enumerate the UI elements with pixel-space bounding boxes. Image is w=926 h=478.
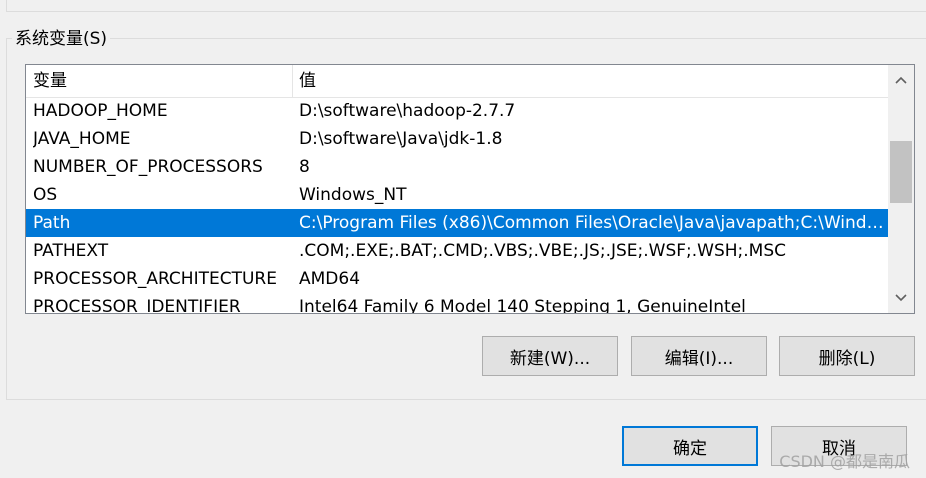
upper-group-border xyxy=(6,0,926,12)
variable-name: PROCESSOR_ARCHITECTURE xyxy=(33,269,277,289)
vertical-scrollbar[interactable] xyxy=(888,65,914,313)
variable-name: HADOOP_HOME xyxy=(33,101,168,121)
system-variables-list[interactable]: 变量 值 HADOOP_HOME D:\software\hadoop-2.7.… xyxy=(25,64,915,314)
table-row[interactable]: NUMBER_OF_PROCESSORS 8 xyxy=(26,153,888,181)
table-row[interactable]: PROCESSOR_IDENTIFIER Intel64 Family 6 Mo… xyxy=(26,293,888,314)
variable-value: Intel64 Family 6 Model 140 Stepping 1, G… xyxy=(299,297,746,314)
table-row[interactable]: OS Windows_NT xyxy=(26,181,888,209)
chevron-down-icon[interactable] xyxy=(888,283,914,313)
ok-button[interactable]: 确定 xyxy=(622,426,758,466)
delete-variable-button[interactable]: 删除(L) xyxy=(779,336,915,376)
variable-value: .COM;.EXE;.BAT;.CMD;.VBS;.VBE;.JS;.JSE;.… xyxy=(299,241,787,261)
table-row-selected[interactable]: Path C:\Program Files (x86)\Common Files… xyxy=(26,209,888,237)
variable-name: JAVA_HOME xyxy=(33,129,131,149)
variable-name: OS xyxy=(33,185,58,205)
variable-value: D:\software\Java\jdk-1.8 xyxy=(299,129,503,149)
variable-value: C:\Program Files (x86)\Common Files\Orac… xyxy=(299,213,885,233)
new-variable-button[interactable]: 新建(W)... xyxy=(482,336,618,376)
list-rows: HADOOP_HOME D:\software\hadoop-2.7.7 JAV… xyxy=(26,97,888,314)
table-row[interactable]: HADOOP_HOME D:\software\hadoop-2.7.7 xyxy=(26,97,888,125)
system-variables-label: 系统变量(S) xyxy=(12,28,111,50)
table-row[interactable]: JAVA_HOME D:\software\Java\jdk-1.8 xyxy=(26,125,888,153)
table-row[interactable]: PATHEXT .COM;.EXE;.BAT;.CMD;.VBS;.VBE;.J… xyxy=(26,237,888,265)
column-divider[interactable] xyxy=(292,65,293,97)
edit-variable-button[interactable]: 编辑(I)... xyxy=(631,336,767,376)
variable-value: Windows_NT xyxy=(299,185,407,205)
variable-value: 8 xyxy=(299,157,310,177)
variable-value: D:\software\hadoop-2.7.7 xyxy=(299,101,516,121)
watermark: CSDN @都是南瓜 xyxy=(779,452,910,471)
variable-name: PATHEXT xyxy=(33,241,109,261)
list-header: 变量 值 xyxy=(26,65,888,98)
scrollbar-thumb[interactable] xyxy=(890,141,912,203)
column-header-variable[interactable]: 变量 xyxy=(33,65,67,97)
column-header-value[interactable]: 值 xyxy=(299,65,316,97)
table-row[interactable]: PROCESSOR_ARCHITECTURE AMD64 xyxy=(26,265,888,293)
variable-value: AMD64 xyxy=(299,269,361,289)
chevron-up-icon[interactable] xyxy=(888,65,914,95)
variable-name: PROCESSOR_IDENTIFIER xyxy=(33,297,241,314)
variable-name: NUMBER_OF_PROCESSORS xyxy=(33,157,263,177)
variable-name: Path xyxy=(33,213,71,233)
